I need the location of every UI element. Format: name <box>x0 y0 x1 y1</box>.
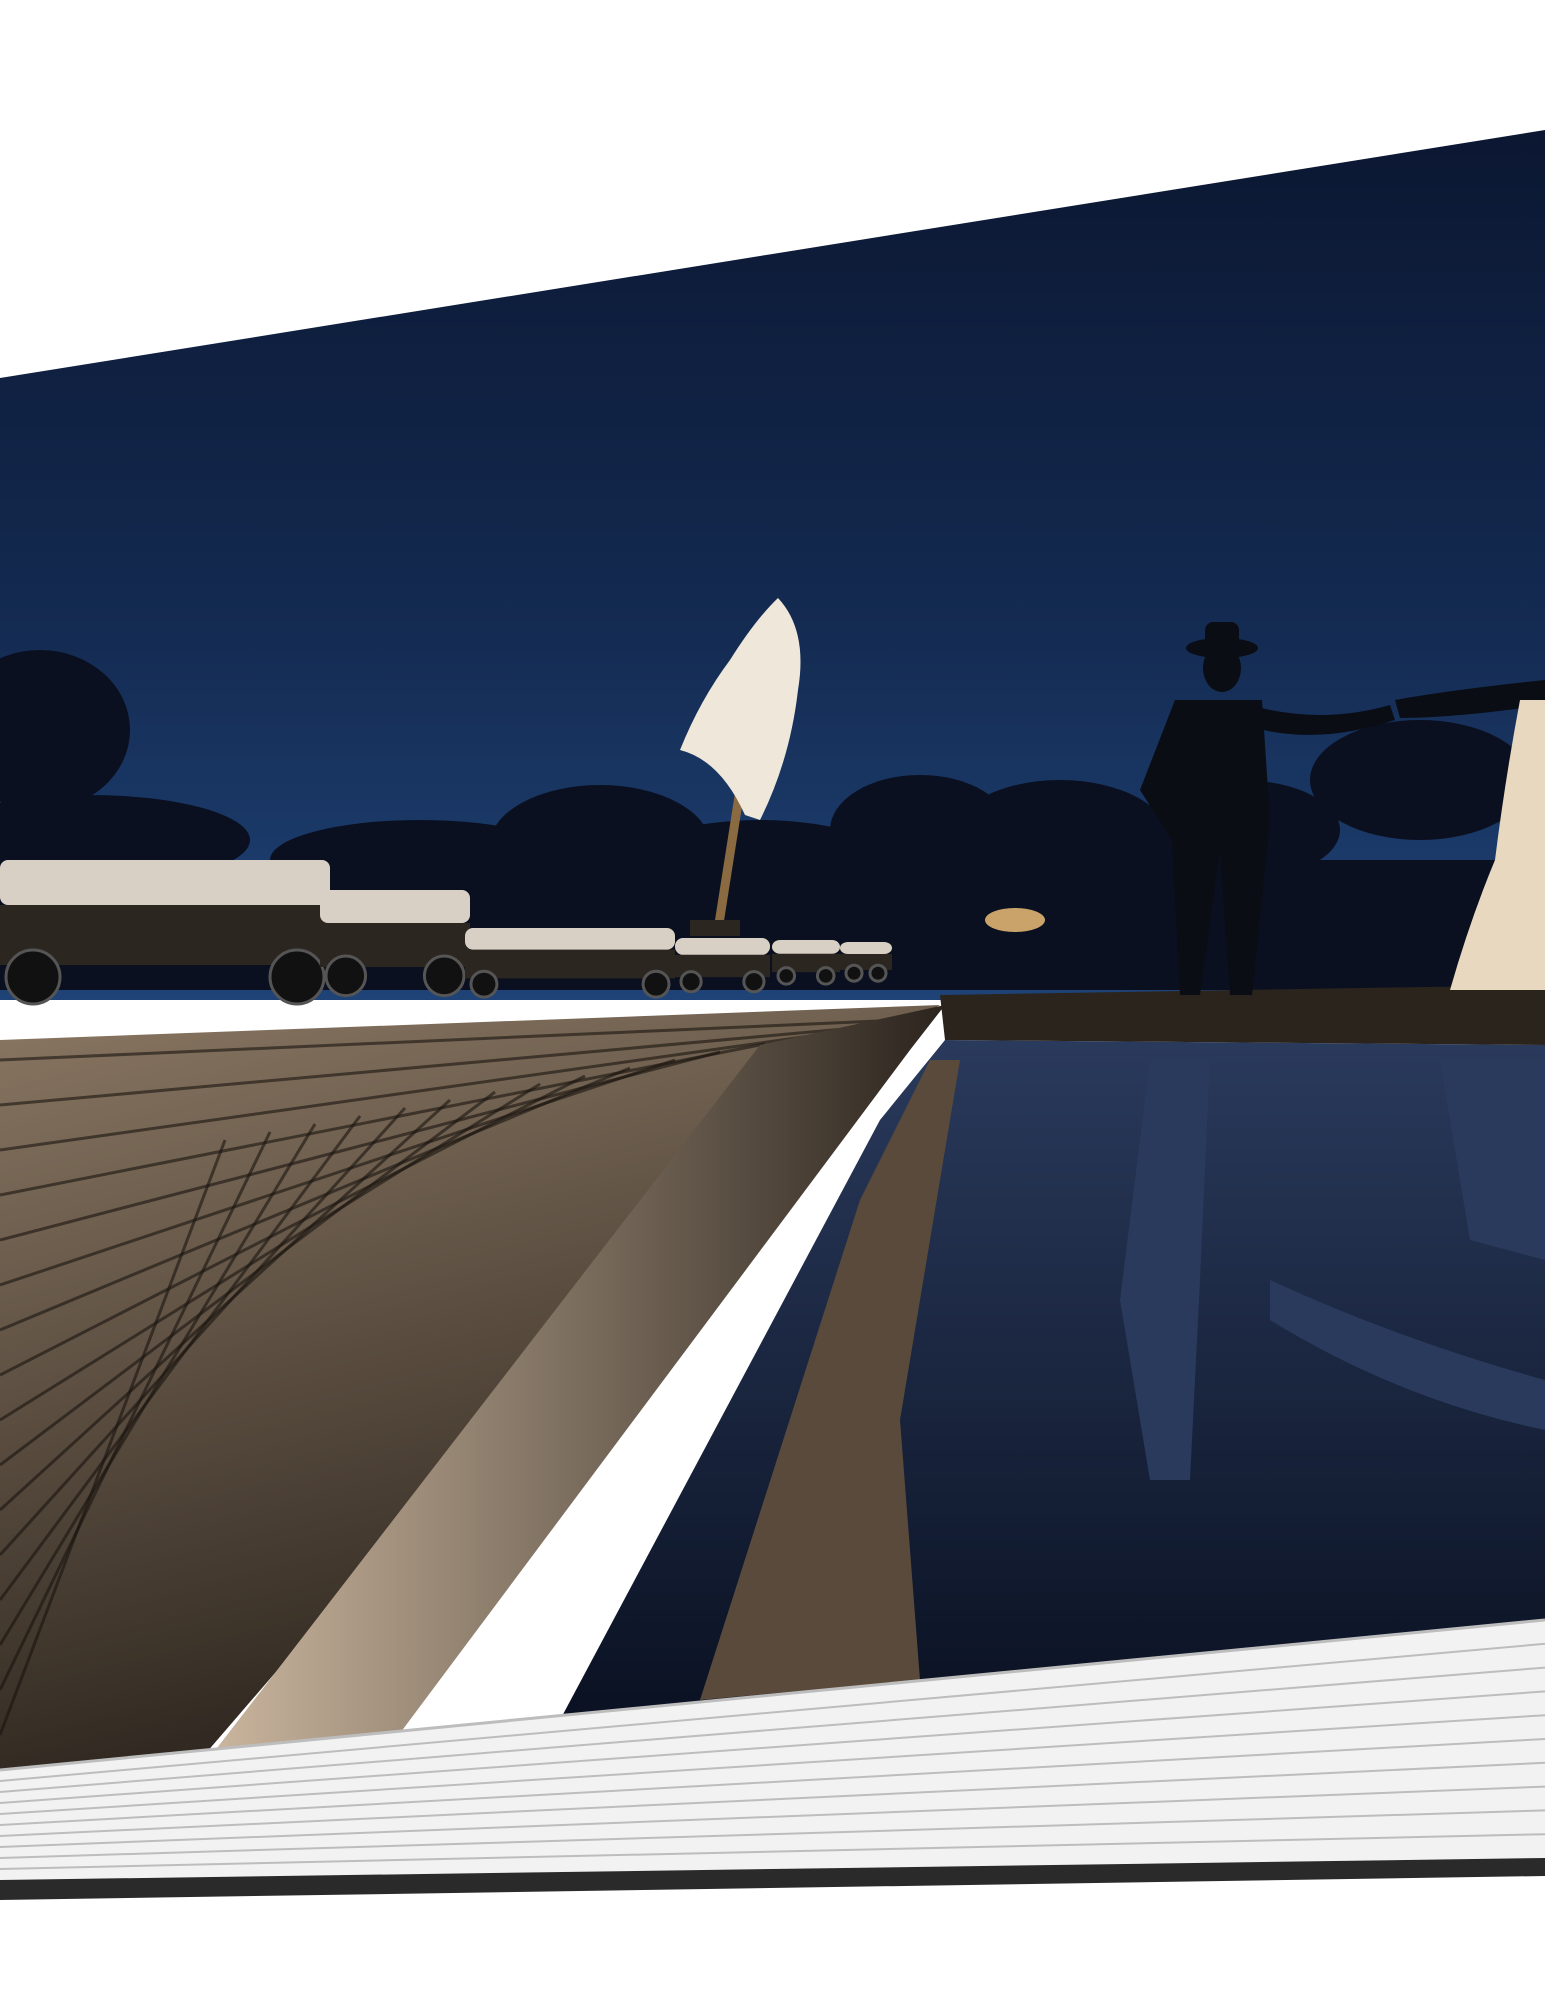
chair-wheel <box>776 966 797 986</box>
chair-wheel <box>469 969 499 999</box>
chair-wheel <box>679 970 703 994</box>
chair-wheel <box>844 963 864 983</box>
chair-wheel <box>868 963 888 983</box>
photo-print <box>0 130 1545 1770</box>
sunset-glow <box>985 908 1045 932</box>
chair-wheel <box>815 966 836 986</box>
chair-cushion <box>320 890 470 923</box>
chair-cushion <box>772 940 840 954</box>
chair-cushion <box>0 860 330 905</box>
chair-wheel <box>641 969 671 999</box>
chair-wheel <box>422 954 466 998</box>
album-photo <box>0 130 1545 1900</box>
chair-wheel <box>4 948 62 1006</box>
chair-wheel <box>742 970 766 994</box>
chair-wheel <box>324 954 368 998</box>
chair-cushion <box>675 938 770 955</box>
chair-wheel <box>268 948 326 1006</box>
chair-frame <box>465 949 675 979</box>
chair-cushion <box>840 942 892 954</box>
chair-cushion <box>465 928 675 950</box>
